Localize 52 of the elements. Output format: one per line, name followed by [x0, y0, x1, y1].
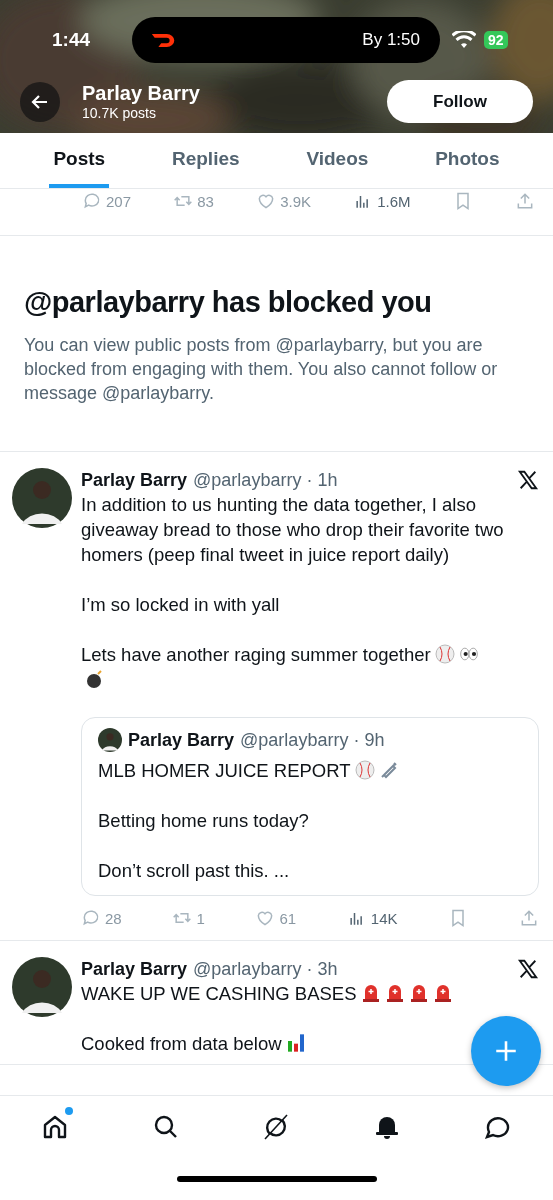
- post-text: In addition to us hunting the data together, I also giveaway bread to those who drop their favorite two homers (peep final tweet in juice report daily): [81, 494, 504, 565]
- action-count: 14K: [370, 909, 398, 927]
- post-text: Don’t scroll past this. ...: [98, 860, 290, 881]
- status-time: 1:44: [52, 29, 92, 51]
- blocked-title: @parlaybarry has blocked you: [24, 286, 433, 319]
- siren-icon: [360, 983, 381, 1003]
- tab[interactable]: Replies: [167, 133, 244, 188]
- baseball-icon: [354, 760, 375, 780]
- author-handle: @parlaybarry · 9h: [240, 729, 386, 751]
- author-name: Parlay Barry: [128, 729, 235, 751]
- blocked-message: You can view public posts from @parlaybarry, but you are blocked from engaging with them. You also cannot follow or message @parlaybarry.: [24, 334, 499, 405]
- siren-icon: [384, 983, 405, 1003]
- post-text: Cooked from data below: [81, 1033, 282, 1054]
- tab[interactable]: Videos: [302, 133, 373, 188]
- action-count: 1.6M: [377, 192, 411, 210]
- compose-button[interactable]: [471, 1016, 541, 1086]
- x-logo-icon: [517, 958, 539, 980]
- baseball-icon: [434, 644, 455, 664]
- avatar[interactable]: [12, 468, 72, 528]
- author-name: Parlay Barry: [81, 958, 188, 980]
- siren-icon: [432, 983, 453, 1003]
- action-count: 3.9K: [280, 192, 311, 210]
- tab[interactable]: Posts: [49, 133, 110, 188]
- action-count: 83: [197, 192, 214, 210]
- bomb-icon: [85, 669, 105, 689]
- author-name: Parlay Barry: [81, 469, 188, 491]
- action-count: 28: [105, 909, 122, 927]
- battery-level: 92: [484, 31, 508, 49]
- siren-icon: [408, 983, 429, 1003]
- grok-icon[interactable]: [262, 1113, 291, 1141]
- author-handle: @parlaybarry · 3h: [193, 958, 339, 980]
- activity-text: By 1:50: [362, 30, 420, 50]
- profile-name: Parlay Barry: [82, 82, 201, 105]
- bar-chart-icon: [285, 1033, 306, 1053]
- post-text: I’m so locked in with yall: [81, 594, 280, 615]
- post-text: MLB HOMER JUICE REPORT: [98, 760, 351, 781]
- follow-button[interactable]: Follow: [387, 80, 533, 123]
- post-text: Lets have another raging summer together: [81, 644, 431, 665]
- plus-icon: [493, 1038, 519, 1064]
- action-count: 207: [106, 192, 132, 210]
- post-count: 10.7K posts: [82, 105, 157, 121]
- post-text: WAKE UP WE CASHING BASES: [81, 983, 357, 1004]
- wifi-icon: [452, 31, 476, 49]
- post-text: Betting home runs today?: [98, 810, 309, 831]
- author-handle: @parlaybarry · 1h: [193, 469, 339, 491]
- tab[interactable]: Photos: [431, 133, 504, 188]
- avatar: [98, 728, 122, 752]
- avatar[interactable]: [12, 957, 72, 1017]
- action-count: 1: [196, 909, 205, 927]
- quoted-post[interactable]: Parlay Barry @parlaybarry · 9h MLB HOMER JUICE REPORT Betting home runs today? Don’t scroll past this. ...: [81, 717, 539, 896]
- action-count: 61: [279, 909, 297, 927]
- x-logo-icon: [517, 469, 539, 491]
